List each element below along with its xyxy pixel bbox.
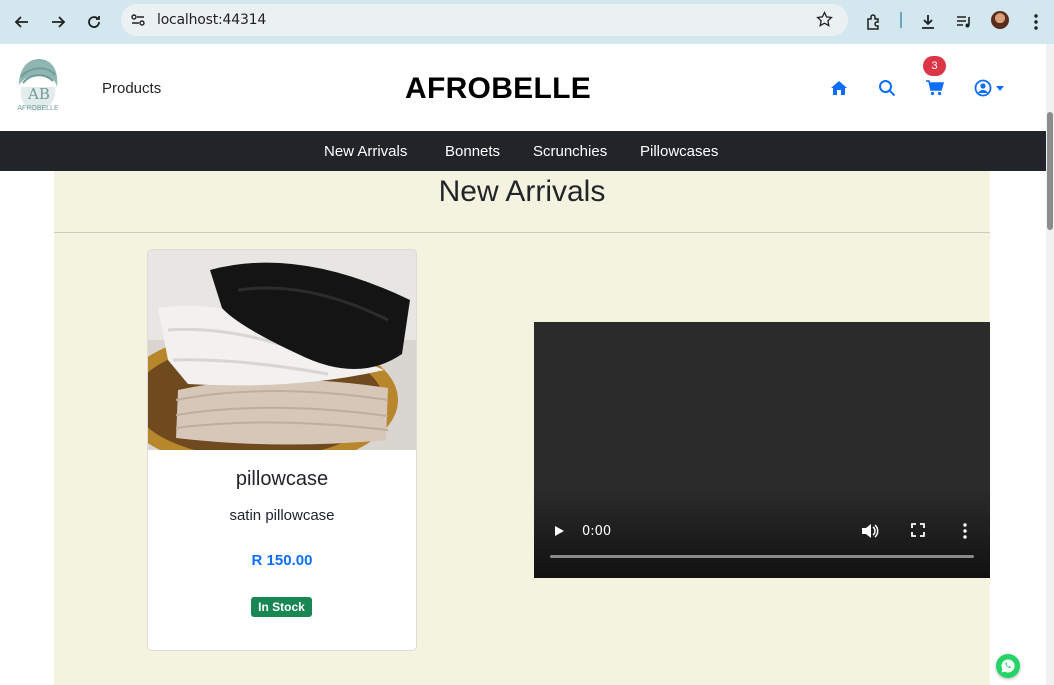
product-card[interactable]: pillowcase satin pillowcase R 150.00 In … [147,249,417,651]
caret-down-icon[interactable] [993,78,1007,98]
video-time: 0:00 [582,524,612,539]
browser-toolbar: localhost:44314 [0,0,1054,44]
play-icon[interactable] [552,524,566,543]
home-icon[interactable] [829,78,849,98]
address-bar[interactable]: localhost:44314 [121,4,848,36]
media-control-icon[interactable] [950,8,978,36]
product-image[interactable] [148,250,416,470]
toolbar-separator [900,12,902,28]
site-header: AB AFROBELLE Products AFROBELLE 3 [0,44,1046,131]
fullscreen-icon[interactable] [911,523,925,542]
search-icon[interactable] [877,78,897,98]
logo-wordmark: AFROBELLE [17,105,59,112]
volume-icon[interactable] [861,523,879,544]
brand-title[interactable]: AFROBELLE [405,72,591,106]
brand-logo[interactable]: AB AFROBELLE [15,57,61,117]
reload-icon[interactable] [80,8,108,36]
stock-badge: In Stock [251,597,312,617]
new-arrivals-section: New Arrivals pillowcase satin pillowcase [54,171,990,685]
page-scrollbar[interactable] [1046,44,1054,685]
section-title: New Arrivals [438,175,606,208]
logo-initials: AB [28,85,50,103]
download-icon[interactable] [914,8,942,36]
nav-pillowcases[interactable]: Pillowcases [640,143,718,160]
profile-avatar[interactable] [991,11,1009,29]
product-description: satin pillowcase [229,507,335,524]
products-link[interactable]: Products [102,80,161,97]
extensions-icon[interactable] [860,8,888,36]
video-more-icon[interactable] [963,523,967,544]
user-account-icon[interactable] [973,78,993,98]
scrollbar-thumb[interactable] [1047,112,1053,230]
site-info-icon[interactable] [130,12,146,33]
menu-icon[interactable] [1022,8,1050,36]
nav-bonnets[interactable]: Bonnets [445,143,500,160]
cart-icon[interactable] [925,78,945,98]
nav-new-arrivals[interactable]: New Arrivals [324,143,407,160]
category-nav: New Arrivals Bonnets Scrunchies Pillowca… [0,131,1046,171]
whatsapp-icon[interactable] [996,654,1020,678]
product-name[interactable]: pillowcase [148,468,416,491]
product-price: R 150.00 [251,552,313,569]
video-progress-bar[interactable] [550,555,974,558]
section-divider [54,232,990,233]
forward-icon[interactable] [44,8,72,36]
back-icon[interactable] [8,8,36,36]
video-player[interactable]: 0:00 [534,322,990,578]
cart-count-badge[interactable]: 3 [923,56,946,76]
nav-scrunchies[interactable]: Scrunchies [533,143,607,160]
bookmark-star-icon[interactable] [816,10,833,33]
url-text[interactable]: localhost:44314 [157,12,266,28]
